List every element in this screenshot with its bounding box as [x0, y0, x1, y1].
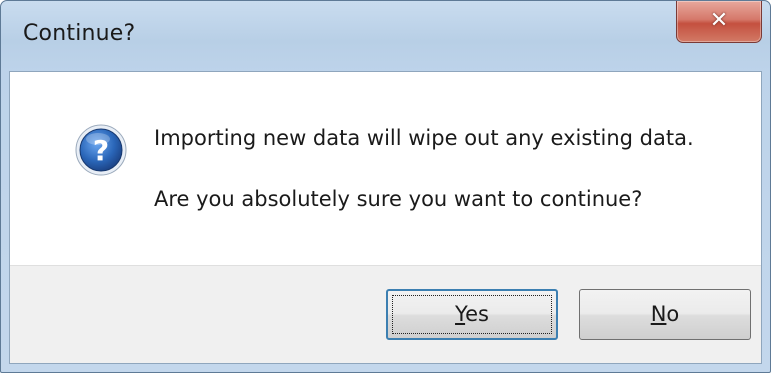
no-button[interactable]: No [579, 289, 751, 340]
dialog-window: Continue? ✕ ? Importing new data will wi… [0, 0, 771, 373]
no-mnemonic: N [650, 302, 667, 326]
message-area: ? Importing new data will wipe out any e… [10, 72, 761, 265]
close-icon: ✕ [709, 7, 729, 33]
message-line-1: Importing new data will wipe out any exi… [154, 126, 694, 150]
no-label-rest: o [666, 302, 680, 326]
window-title: Continue? [23, 21, 136, 46]
question-icon: ? [75, 124, 127, 176]
button-bar: Yes No [10, 265, 761, 363]
yes-button[interactable]: Yes [386, 289, 558, 340]
title-bar[interactable]: Continue? ✕ [1, 1, 770, 71]
close-button[interactable]: ✕ [676, 1, 762, 43]
dialog-content: ? Importing new data will wipe out any e… [9, 71, 762, 364]
message-line-2: Are you absolutely sure you want to cont… [154, 187, 643, 211]
focus-rectangle [392, 295, 552, 334]
svg-text:?: ? [93, 134, 109, 167]
